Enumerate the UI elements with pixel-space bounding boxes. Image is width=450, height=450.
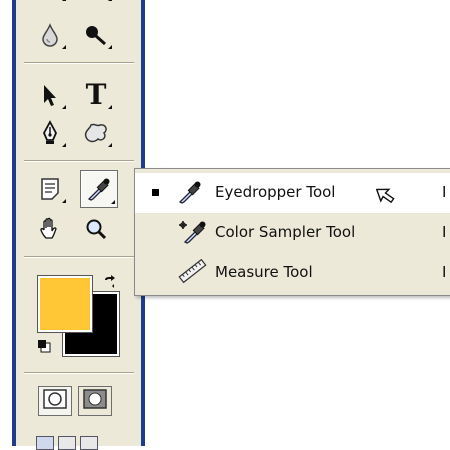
blur-drop-icon	[39, 23, 61, 47]
flyout-item-eyedropper[interactable]: Eyedropper Tool I	[135, 173, 450, 213]
custom-shape-tool-button[interactable]	[78, 116, 114, 150]
type-tool-button[interactable]: T	[78, 78, 114, 112]
swap-colors-icon[interactable]	[102, 274, 118, 294]
screen-mode-full-button[interactable]	[80, 436, 98, 450]
zoom-tool-button[interactable]	[78, 212, 114, 246]
type-icon: T	[85, 78, 107, 111]
burn-icon	[83, 23, 109, 47]
foreground-color-swatch[interactable]	[38, 276, 92, 332]
screen-mode-standard-button[interactable]	[36, 436, 54, 450]
tool-row-top-right[interactable]	[78, 0, 114, 4]
eyedropper-flyout-menu: Eyedropper Tool I Color Sampler Tool I M…	[134, 168, 450, 296]
flyout-item-label: Color Sampler Tool	[215, 223, 356, 241]
screen-mode-menubar-button[interactable]	[58, 436, 76, 450]
tool-row-top-left[interactable]	[32, 0, 68, 4]
pen-tool-button[interactable]	[32, 116, 68, 150]
tools-panel: T	[12, 0, 145, 450]
default-colors-icon[interactable]	[37, 338, 51, 353]
eyedropper-tool-button[interactable]	[80, 170, 118, 208]
eyedropper-icon	[177, 179, 203, 209]
path-selection-tool-button[interactable]	[32, 78, 68, 112]
flyout-item-shortcut: I	[442, 183, 447, 201]
standard-mode-button[interactable]	[38, 386, 72, 416]
standard-mode-icon	[43, 389, 67, 413]
quick-mask-mode-button[interactable]	[78, 386, 112, 416]
blur-tool-button[interactable]	[32, 18, 68, 52]
flyout-item-label: Eyedropper Tool	[215, 183, 336, 201]
eyedropper-icon	[86, 176, 112, 202]
color-sampler-icon	[177, 219, 207, 249]
flyout-item-color-sampler[interactable]: Color Sampler Tool I	[135, 213, 450, 253]
selected-bullet-icon	[152, 189, 159, 196]
flyout-item-label: Measure Tool	[215, 263, 313, 281]
zoom-icon	[84, 217, 108, 241]
path-selection-arrow-icon	[40, 83, 60, 107]
flyout-item-measure[interactable]: Measure Tool I	[135, 253, 450, 293]
window-edge	[0, 0, 12, 446]
flyout-item-shortcut: I	[442, 263, 447, 281]
measure-icon	[177, 258, 207, 289]
burn-tool-button[interactable]	[78, 18, 114, 52]
custom-shape-icon	[82, 121, 110, 145]
notes-icon	[39, 177, 61, 201]
mouse-cursor-icon	[375, 186, 396, 210]
quick-mask-icon	[83, 389, 107, 413]
notes-tool-button[interactable]	[32, 172, 68, 206]
hand-icon	[37, 216, 63, 242]
flyout-item-shortcut: I	[442, 223, 447, 241]
pen-icon	[39, 120, 61, 146]
hand-tool-button[interactable]	[32, 212, 68, 246]
